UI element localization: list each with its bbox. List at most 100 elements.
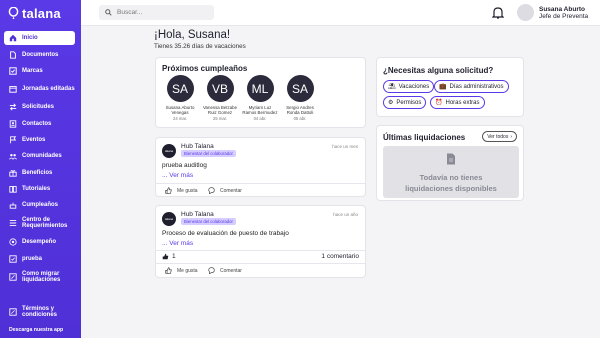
birthday-name: Susana Aburto Venegas [165, 105, 195, 115]
chip-vacaciones[interactable]: ⛱ Vacaciones [383, 80, 435, 93]
comment-icon [208, 267, 215, 274]
chip-horas-extras[interactable]: ⏰ Horas extras [430, 96, 485, 109]
sidebar-item-requerimientos[interactable]: Centro de Requerimientos [4, 216, 75, 230]
sidebar-item-prueba[interactable]: prueba [4, 254, 75, 264]
sidebar-item-label: Como migrar liquidaciones [22, 270, 61, 284]
sidebar-item-desempeno[interactable]: Desempeño [4, 237, 75, 247]
sidebar-item-label: Comunidades [22, 152, 62, 159]
requests-card: ¿Necesitas alguna solicitud? ⛱ Vacacione… [376, 57, 524, 117]
comment-button[interactable]: Comentar [208, 187, 242, 194]
briefcase-icon: 💼 [439, 84, 447, 90]
search-icon [105, 9, 112, 16]
comment-label: Comentar [220, 267, 242, 274]
document-icon [9, 51, 17, 59]
birthday-name: Sergio Andres Ronda Dattoli [286, 105, 314, 115]
post-tag: Bienestar del colaborador [181, 150, 236, 157]
see-more-link[interactable]: ... Ver más [162, 172, 193, 179]
requests-title: ¿Necesitas alguna solicitud? [383, 66, 494, 75]
clock-icon: ⏰ [435, 100, 443, 106]
comment-button[interactable]: Comentar [208, 267, 242, 274]
sidebar-item-comunidades[interactable]: Comunidades [4, 151, 75, 161]
sidebar-item-label: Documentos [22, 51, 59, 58]
bell-icon[interactable] [492, 6, 504, 19]
like-label: Me gusta [177, 187, 198, 194]
user-name[interactable]: Susana Aburto [539, 6, 585, 13]
birthday-person[interactable]: VB Vanessa Betzabe Ruiz Gomez 25 mar. [202, 75, 238, 121]
gift-icon [9, 169, 17, 177]
sidebar-item-label: Centro de Requerimientos [22, 216, 68, 230]
birthday-person[interactable]: SA Susana Aburto Venegas 24 mar. [162, 75, 198, 121]
square-check-icon [9, 255, 17, 263]
sidebar-item-label: Inicio [22, 34, 38, 41]
like-button[interactable]: Me gusta [165, 187, 198, 194]
sidebar-item-terminos[interactable]: Términos y condiciones [4, 305, 75, 319]
comment-label: Comentar [220, 187, 242, 194]
list-icon [9, 219, 17, 227]
sidebar-item-label: Tutoriales [22, 185, 51, 192]
sidebar-item-label: Marcas [22, 67, 43, 74]
sidebar-item-label: Cumpleaños [22, 201, 59, 208]
topbar: Buscar... Susana Aburto Jefe de Preventa [81, 0, 600, 26]
sidebar-item-inicio[interactable]: Inicio [4, 31, 75, 45]
sidebar-item-solicitudes[interactable]: Solicitudes [4, 102, 75, 112]
sidebar-item-contactos[interactable]: Contactos [4, 119, 75, 129]
avatar[interactable] [517, 4, 534, 21]
edit-icon [9, 273, 17, 281]
birthday-name: Vanessa Betzabe Ruiz Gomez [202, 105, 238, 115]
app: talana Inicio Documentos Marcas Jornadas… [0, 0, 600, 338]
sidebar-item-label: prueba [22, 255, 43, 262]
like-label: Me gusta [177, 267, 198, 274]
chip-label: Días administrativos [449, 83, 504, 90]
avatar: ML [246, 75, 274, 102]
search-placeholder: Buscar... [117, 9, 143, 16]
post-body: Proceso de evaluación de puesto de traba… [162, 230, 289, 237]
sidebar-item-eventos[interactable]: Eventos [4, 135, 75, 145]
permit-icon: ⚙ [388, 100, 394, 106]
birthday-person[interactable]: ML Myriam Luz Ramos Bermudez 04 abr. [242, 75, 278, 121]
sidebar-item-label: Beneficios [22, 169, 53, 176]
feed-post: talana Hub Talana Bienestar del colabora… [155, 205, 366, 278]
thumbs-up-icon [162, 253, 169, 260]
birthday-person[interactable]: SA Sergio Andres Ronda Dattoli 05 abr. [282, 75, 318, 121]
download-app-link[interactable]: Descarga nuestra app [9, 327, 63, 333]
see-more-link[interactable]: ... Ver más [162, 240, 193, 247]
post-author: Hub Talana [181, 143, 214, 150]
sidebar-item-cumpleanos[interactable]: Cumpleaños [4, 200, 75, 210]
chip-permisos[interactable]: ⚙ Permisos [383, 96, 427, 109]
birthday-date: 05 abr. [293, 115, 307, 121]
book-icon [9, 185, 17, 193]
hub-logo: talana [162, 144, 176, 158]
home-icon [9, 34, 17, 42]
like-button[interactable]: Me gusta [165, 267, 198, 274]
calendar-icon [9, 85, 17, 93]
see-all-button[interactable]: Ver todos › [482, 131, 517, 142]
payslips-title: Últimas liquidaciones [383, 133, 466, 142]
sidebar-item-marcas[interactable]: Marcas [4, 66, 75, 76]
sidebar-item-beneficios[interactable]: Beneficios [4, 168, 75, 178]
birthday-date: 04 abr. [253, 115, 267, 121]
feed-post: talana Hub Talana Bienestar del colabora… [155, 137, 366, 197]
search-input[interactable]: Buscar... [99, 5, 214, 20]
sidebar-item-label: Contactos [22, 120, 52, 127]
chevron-right-icon: › [510, 133, 512, 140]
birthday-date: 25 mar. [213, 115, 227, 121]
sidebar-item-jornadas[interactable]: Jornadas editadas [4, 82, 75, 96]
comments-count[interactable]: 1 comentario [321, 253, 359, 260]
sidebar-item-documentos[interactable]: Documentos [4, 50, 75, 60]
see-all-label: Ver todos [487, 133, 509, 140]
sidebar-item-label: Eventos [22, 136, 46, 143]
payslips-empty-text: Todavía no tienes liquidaciones disponib… [405, 173, 497, 193]
payslips-card: Últimas liquidaciones Ver todos › Todaví… [376, 125, 524, 201]
talana-logo[interactable]: talana [8, 6, 61, 21]
chip-dias-administrativos[interactable]: 💼 Días administrativos [434, 80, 509, 93]
birthday-name: Myriam Luz Ramos Bermudez [242, 105, 278, 115]
flag-icon [9, 136, 17, 144]
avatar: VB [206, 75, 234, 102]
likes-number: 1 [172, 253, 176, 260]
sidebar-item-tutoriales[interactable]: Tutoriales [4, 184, 75, 194]
sidebar-item-label: Solicitudes [22, 103, 55, 110]
avatar: SA [286, 75, 314, 102]
check-square-icon [9, 67, 17, 75]
sidebar-item-migrar[interactable]: Como migrar liquidaciones [4, 270, 75, 284]
sidebar-item-label: Jornadas editadas [22, 85, 75, 92]
